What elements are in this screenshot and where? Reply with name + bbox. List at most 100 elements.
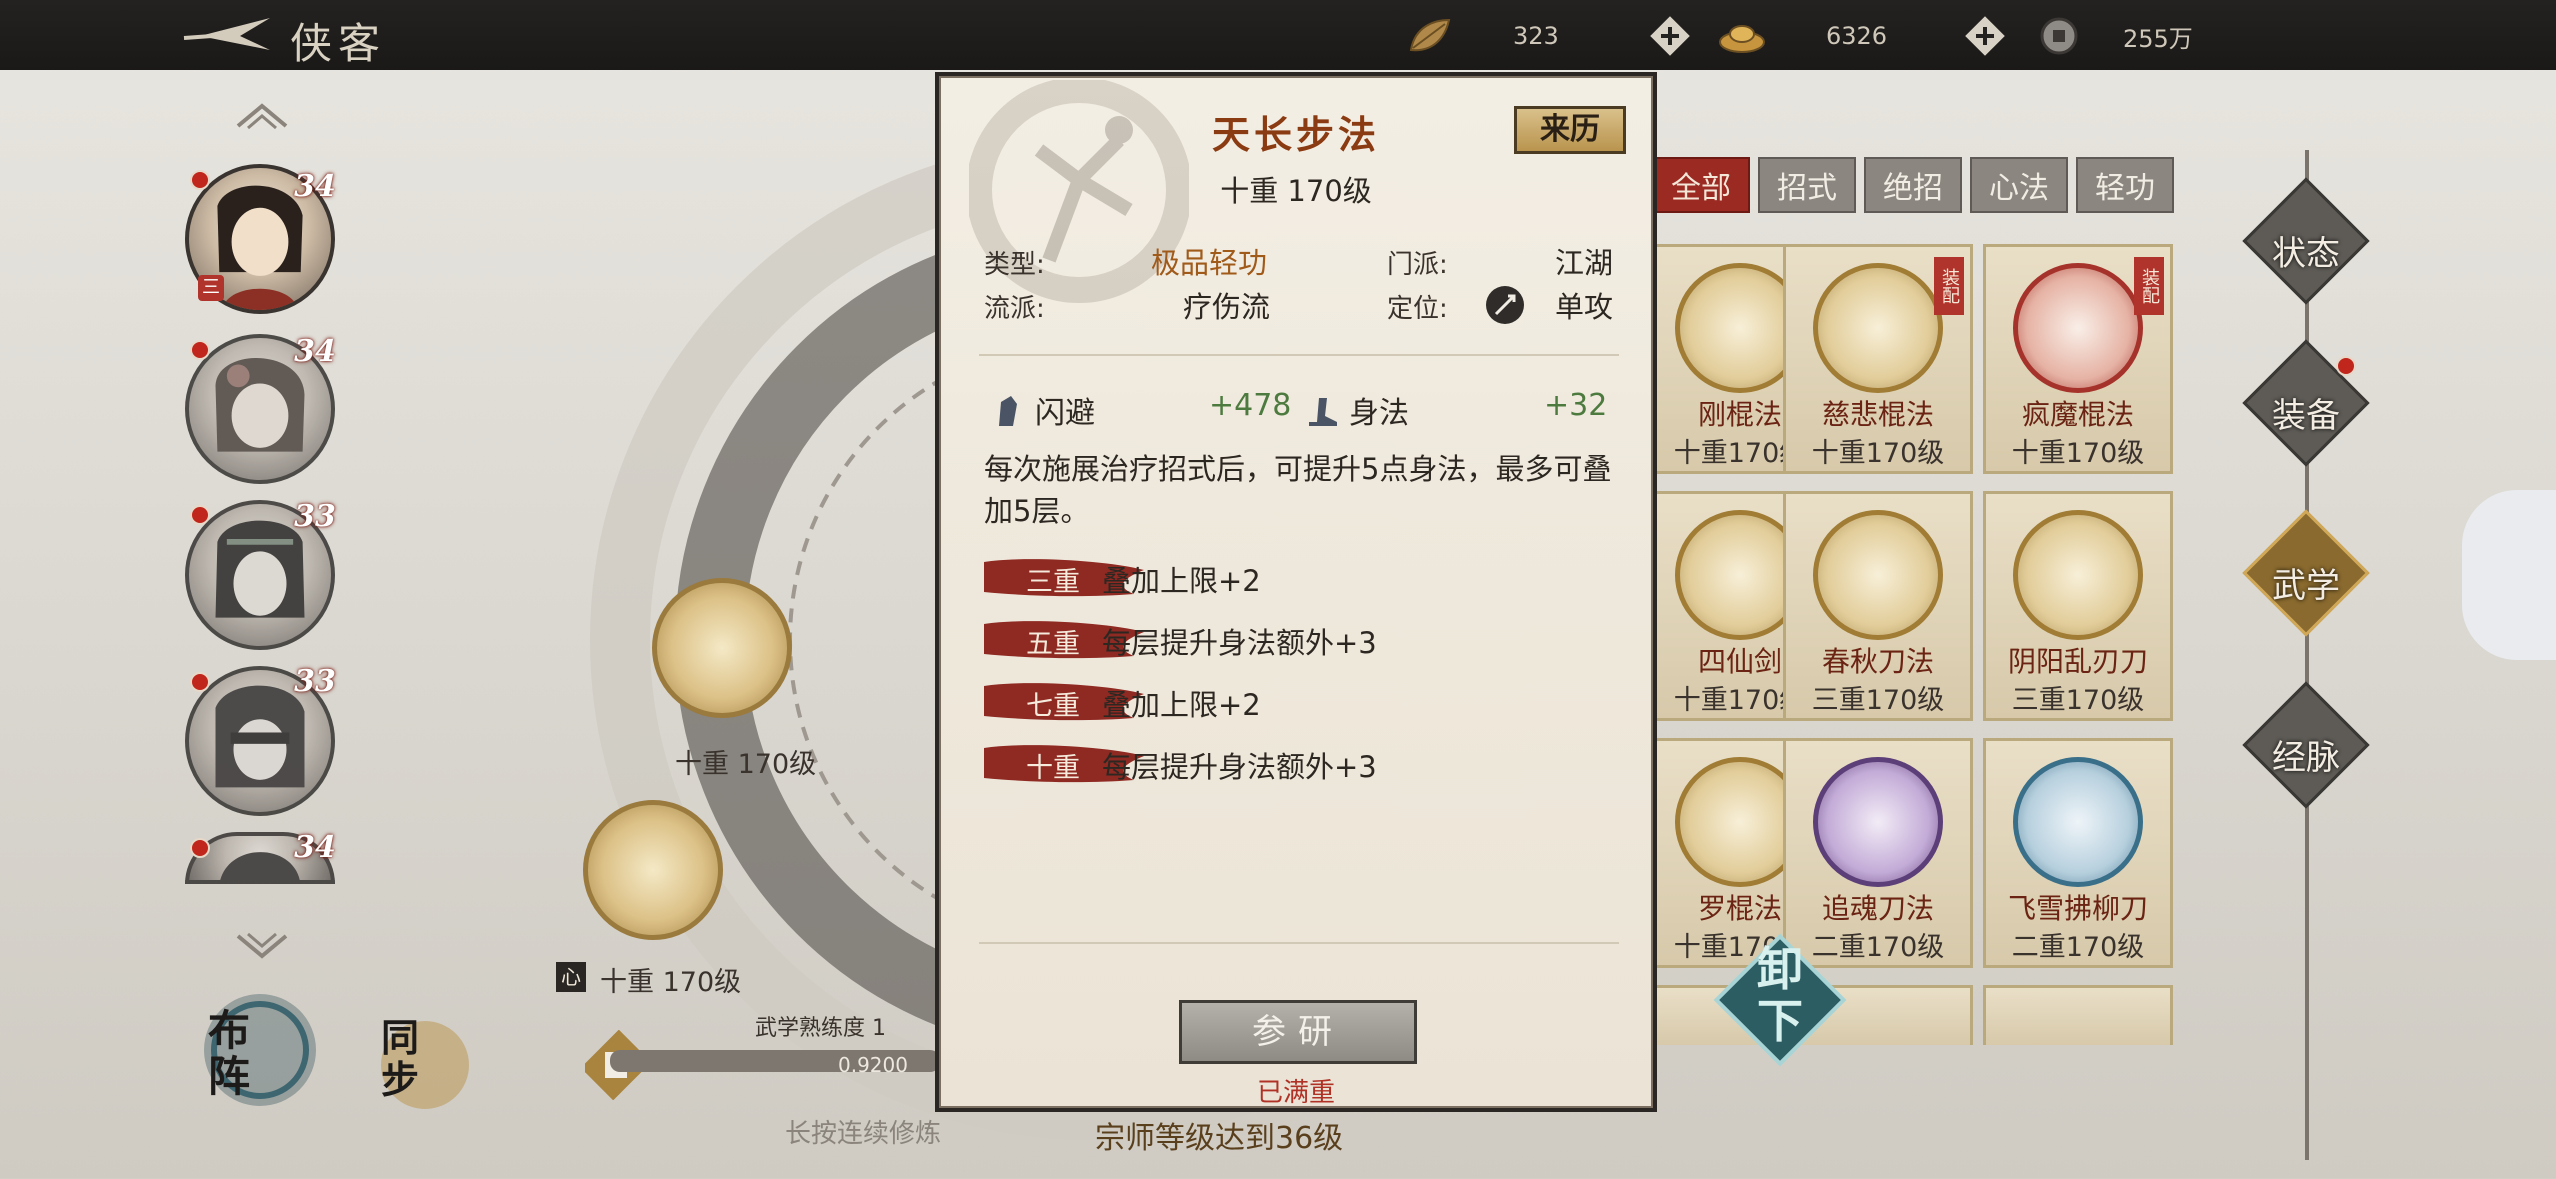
skill-card[interactable] [1983, 985, 2173, 1045]
school-value: 疗伤流 [1183, 290, 1271, 324]
dodge-icon [999, 396, 1017, 426]
skill-name: 疯魔棍法 [2021, 398, 2134, 431]
stat-name: 身法 [1349, 396, 1409, 431]
notification-dot [190, 672, 210, 692]
unlock-requirement: 宗师等级达到36级 [1095, 1121, 1344, 1156]
tier-name: 十重 [1026, 753, 1080, 784]
skill-node-1[interactable] [652, 578, 792, 718]
notification-dot [190, 170, 210, 190]
level-badge: 34 [294, 830, 336, 865]
equipped-tag: 装配 [1934, 257, 1964, 315]
sect-value: 江湖 [1555, 246, 1614, 280]
tab-inner-art[interactable]: 心法 [1970, 157, 2068, 213]
skill-card[interactable]: 装配 疯魔棍法 十重170级 [1983, 244, 2173, 474]
coin-currency: 255万 [2035, 14, 2193, 58]
copper-coin-icon [2040, 17, 2078, 55]
tier-effect: 每层提升身法额外+3 [1102, 626, 1377, 660]
notification-dot [190, 838, 210, 858]
role-value: 单攻 [1555, 290, 1614, 324]
notification-dot [2336, 356, 2356, 376]
scroll-up-icon[interactable] [232, 100, 292, 130]
sync-button[interactable]: 同步 [375, 1015, 475, 1115]
unequip-button[interactable]: 卸下 [1705, 925, 1855, 1075]
tier-effect: 叠加上限+2 [1102, 564, 1261, 598]
tier-name: 三重 [1026, 567, 1080, 598]
skill-level: 十重170级 [1811, 438, 1945, 469]
leaf-currency-icon [1409, 18, 1451, 52]
skill-level: 二重170级 [2011, 932, 2145, 963]
skill-level: 三重170级 [2011, 685, 2145, 716]
longpress-hint: 长按连续修炼 [785, 1119, 942, 1149]
tab-lightness[interactable]: 轻功 [2076, 157, 2174, 213]
skill-name: 飞雪拂柳刀 [2007, 892, 2148, 925]
back-icon[interactable] [180, 14, 272, 54]
skill-name: 春秋刀法 [1821, 645, 1934, 678]
formation-label: 布阵 [208, 1006, 251, 1101]
skill-node-2-label: 十重 170级 [600, 967, 742, 998]
max-rank-status: 已满重 [1256, 1078, 1335, 1108]
tier-effect: 每层提升身法额外+3 [1102, 750, 1377, 784]
side-menu-meridians[interactable]: 经脉 [2242, 681, 2370, 809]
staff-skill-icon [1813, 263, 1943, 393]
unequip-label: 卸下 [1757, 942, 1803, 1048]
scroll-down-icon[interactable] [232, 932, 292, 962]
gold-currency: 6326 [1718, 14, 1887, 58]
blade-skill-icon [2013, 510, 2143, 640]
tier-badge: 十重 [984, 742, 1144, 784]
star-badge: 三 [198, 275, 224, 301]
skill-detail-dialog: 天长步法 十重 170级 来历 类型: 极品轻功 门派: 江湖 流派: 疗伤流 … [935, 72, 1657, 1112]
tab-ultimate[interactable]: 绝招 [1864, 157, 1962, 213]
tier-name: 七重 [1026, 691, 1080, 722]
divider [979, 354, 1619, 356]
skill-name: 慈悲棍法 [1821, 398, 1934, 431]
skill-node-2[interactable] [583, 800, 723, 940]
origin-button[interactable]: 来历 [1514, 106, 1626, 154]
fire-staff-skill-icon [2013, 263, 2143, 393]
side-menu-status[interactable]: 状态 [2242, 177, 2370, 305]
side-menu-label: 状态 [2272, 234, 2340, 274]
tab-moves[interactable]: 招式 [1758, 157, 1856, 213]
stat-name: 闪避 [1035, 396, 1095, 431]
level-badge: 33 [294, 664, 336, 699]
floating-assistant-icon[interactable] [2462, 490, 2556, 660]
skill-description: 每次施展治疗招式后，可提升5点身法，最多可叠加5层。 [984, 452, 1612, 528]
side-menu-martial-arts[interactable]: 武学 [2242, 509, 2370, 637]
role-label: 定位: [1387, 294, 1448, 324]
side-menu-label: 经脉 [2272, 738, 2340, 778]
skill-level: 十重170级 [2011, 438, 2145, 469]
agility-icon [1309, 398, 1337, 426]
side-menu-label: 装备 [2272, 396, 2340, 436]
gold-ingot-icon [1719, 25, 1765, 53]
notification-dot [190, 505, 210, 525]
type-value: 极品轻功 [1151, 246, 1268, 280]
skill-card[interactable]: 飞雪拂柳刀 二重170级 [1983, 738, 2173, 968]
stat-value: +478 [1209, 388, 1292, 423]
tier-badge: 三重 [984, 556, 1144, 598]
skill-card[interactable]: 春秋刀法 三重170级 [1783, 491, 1973, 721]
school-label: 流派: [984, 294, 1045, 324]
leaf-currency-value: 323 [1513, 22, 1559, 50]
skill-card[interactable]: 装配 慈悲棍法 十重170级 [1783, 244, 1973, 474]
tab-all[interactable]: 全部 [1652, 157, 1750, 213]
leaf-currency: 323 [1405, 14, 1559, 58]
skill-category-tabs: 全部 招式 绝招 心法 轻功 [1652, 157, 2174, 213]
blade-skill-icon [1813, 757, 1943, 887]
inner-art-tag: 心 [556, 962, 586, 992]
formation-button[interactable]: 布阵 [200, 990, 320, 1110]
mastery-label: 武学熟练度 1 [755, 1016, 886, 1041]
research-button[interactable]: 参研 [1179, 1000, 1417, 1064]
single-target-icon [1486, 286, 1524, 324]
level-badge: 34 [294, 169, 336, 204]
skill-name: 阴阳乱刃刀 [2007, 645, 2148, 678]
tier-badge: 五重 [984, 618, 1144, 660]
tier-name: 五重 [1026, 629, 1080, 660]
coin-currency-value: 255万 [2123, 24, 2193, 53]
add-gold-button[interactable] [1965, 16, 2005, 56]
skill-rank: 十重 170级 [1220, 174, 1372, 208]
add-leaf-button[interactable] [1650, 16, 1690, 56]
skill-card[interactable]: 阴阳乱刃刀 三重170级 [1983, 491, 2173, 721]
notification-dot [190, 340, 210, 360]
tier-effect: 叠加上限+2 [1102, 688, 1261, 722]
sync-label: 同步 [381, 1015, 420, 1102]
side-menu-label: 武学 [2272, 566, 2340, 606]
